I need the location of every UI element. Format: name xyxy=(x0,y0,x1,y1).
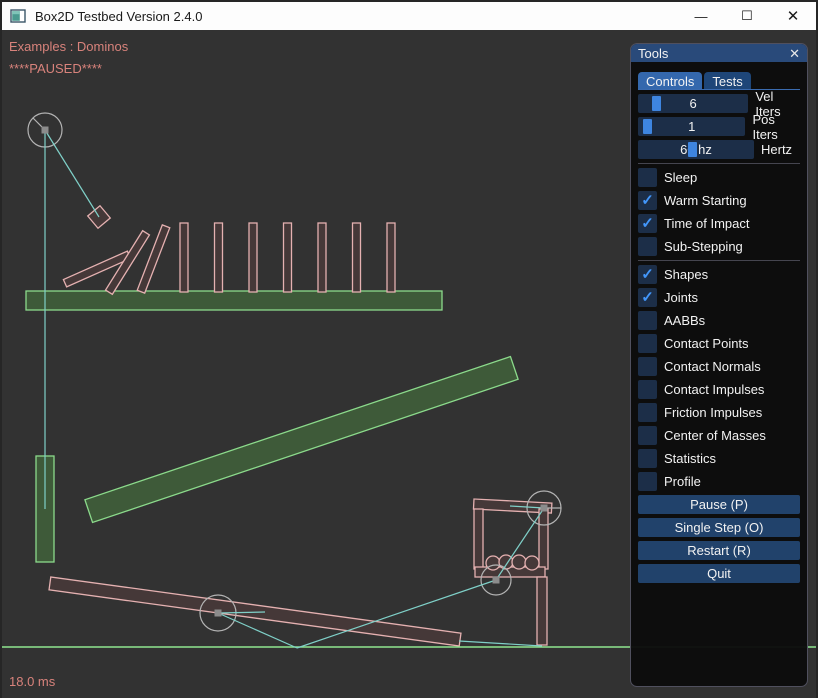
checkbox-contact-points[interactable]: ✓ Contact Points xyxy=(638,334,800,353)
ball[interactable] xyxy=(512,555,526,569)
slider-row-hertz: 60 hz Hertz xyxy=(638,140,800,159)
checkbox-profile[interactable]: ✓ Profile xyxy=(638,472,800,491)
checkbox-joints[interactable]: ✓ Joints xyxy=(638,288,800,307)
joint-line xyxy=(459,641,542,646)
example-label: Examples : Dominos xyxy=(9,39,128,54)
close-button[interactable]: ✕ xyxy=(770,2,816,30)
slider-grab[interactable] xyxy=(643,119,652,134)
minimize-button[interactable]: — xyxy=(678,2,724,30)
vel-iters-slider[interactable]: 6 xyxy=(638,94,748,113)
tab-controls[interactable]: Controls xyxy=(638,72,702,89)
pause-button[interactable]: Pause (P) xyxy=(638,495,800,514)
slider-row-vel-iters: 6 Vel Iters xyxy=(638,94,800,113)
tools-panel-close-icon[interactable]: ✕ xyxy=(789,47,800,60)
tools-panel-titlebar[interactable]: Tools ✕ xyxy=(631,44,807,62)
tab-tests[interactable]: Tests xyxy=(704,72,750,89)
checkbox-sleep[interactable]: ✓ Sleep xyxy=(638,168,800,187)
domino-platform xyxy=(26,291,442,310)
seesaw-plank[interactable] xyxy=(49,577,461,646)
domino[interactable] xyxy=(215,223,223,292)
domino[interactable] xyxy=(180,223,188,292)
checkbox-shapes[interactable]: ✓ Shapes xyxy=(638,265,800,284)
checkmark-icon: ✓ xyxy=(641,214,654,232)
slider-grab[interactable] xyxy=(688,142,697,157)
checkbox-statistics[interactable]: ✓ Statistics xyxy=(638,449,800,468)
separator xyxy=(638,260,800,261)
checkmark-icon: ✓ xyxy=(641,288,654,306)
app-window: Box2D Testbed Version 2.4.0 — ☐ ✕ Exampl… xyxy=(0,0,818,698)
slider-grab[interactable] xyxy=(652,96,661,111)
ball[interactable] xyxy=(525,556,539,570)
anchor-square xyxy=(493,577,500,584)
checkbox-contact-normals[interactable]: ✓ Contact Normals xyxy=(638,357,800,376)
frame-right-post[interactable] xyxy=(539,509,548,569)
tools-panel: Tools ✕ Controls Tests 6 Vel Iters 1 P xyxy=(630,43,808,687)
pos-iters-slider[interactable]: 1 xyxy=(638,117,745,136)
checkmark-icon: ✓ xyxy=(641,265,654,283)
maximize-button[interactable]: ☐ xyxy=(724,2,770,30)
app-icon xyxy=(10,8,26,24)
checkmark-icon: ✓ xyxy=(641,191,654,209)
domino[interactable] xyxy=(249,223,257,292)
frame-right-leg[interactable] xyxy=(537,577,547,645)
quit-button[interactable]: Quit xyxy=(638,564,800,583)
joint-line xyxy=(45,130,99,217)
hertz-label: Hertz xyxy=(761,142,792,157)
anchor-square xyxy=(541,505,548,512)
checkbox-time-of-impact[interactable]: ✓ Time of Impact xyxy=(638,214,800,233)
checkbox-sub-stepping[interactable]: ✓ Sub-Stepping xyxy=(638,237,800,256)
checkbox-friction-impulses[interactable]: ✓ Friction Impulses xyxy=(638,403,800,422)
checkbox-contact-impulses[interactable]: ✓ Contact Impulses xyxy=(638,380,800,399)
anchor-square xyxy=(215,610,222,617)
frame-left-post[interactable] xyxy=(474,509,483,569)
separator xyxy=(638,163,800,164)
domino[interactable] xyxy=(387,223,395,292)
domino[interactable] xyxy=(353,223,361,292)
vel-iters-value: 6 xyxy=(690,96,697,111)
titlebar[interactable]: Box2D Testbed Version 2.4.0 — ☐ ✕ xyxy=(2,2,816,30)
checkbox-warm-starting[interactable]: ✓ Warm Starting xyxy=(638,191,800,210)
single-step-button[interactable]: Single Step (O) xyxy=(638,518,800,537)
frame-time-label: 18.0 ms xyxy=(9,674,55,689)
tabbar: Controls Tests xyxy=(638,72,800,90)
pos-iters-label: Pos Iters xyxy=(752,112,800,142)
checkbox-center-of-masses[interactable]: ✓ Center of Masses xyxy=(638,426,800,445)
window-title: Box2D Testbed Version 2.4.0 xyxy=(35,9,202,24)
hertz-slider[interactable]: 60 hz xyxy=(638,140,754,159)
restart-button[interactable]: Restart (R) xyxy=(638,541,800,560)
domino[interactable] xyxy=(318,223,326,292)
paused-label: ****PAUSED**** xyxy=(9,61,102,76)
checkbox-aabbs[interactable]: ✓ AABBs xyxy=(638,311,800,330)
inclined-plank xyxy=(85,357,518,523)
anchor-square xyxy=(42,127,49,134)
slider-row-pos-iters: 1 Pos Iters xyxy=(638,117,800,136)
tools-panel-title: Tools xyxy=(638,46,668,61)
pos-iters-value: 1 xyxy=(688,119,695,134)
domino[interactable] xyxy=(284,223,292,292)
